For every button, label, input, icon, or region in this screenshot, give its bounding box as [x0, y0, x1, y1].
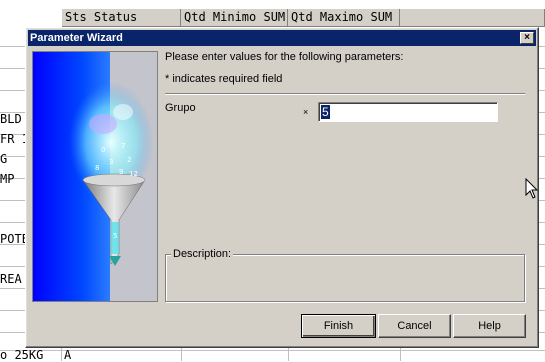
- param-label-grupo: Grupo: [165, 102, 196, 114]
- banner-number: 9: [119, 168, 123, 176]
- funnel-icon: 0 7 3 2 8 9 12 5: [69, 82, 153, 266]
- dialog-title: Parameter Wizard: [30, 32, 123, 44]
- banner-number: 3: [109, 158, 113, 166]
- required-marker: ×: [303, 107, 309, 117]
- grupo-input-value: 5: [321, 105, 330, 119]
- banner-number: 8: [95, 164, 99, 172]
- wizard-banner-image: 0 7 3 2 8 9 12 5: [32, 51, 158, 302]
- parameter-wizard-dialog: Parameter Wizard × 0 7 3 2 8 9 12 5 Plea…: [25, 27, 539, 348]
- grid-cell[interactable]: o 25KG: [0, 348, 43, 362]
- description-label: Description:: [171, 248, 234, 260]
- banner-number: 2: [127, 156, 131, 164]
- banner-number: 12: [129, 170, 138, 178]
- grupo-input[interactable]: 5: [318, 102, 498, 122]
- column-header-sts-status[interactable]: Sts Status: [62, 9, 181, 27]
- instructions-text: Please enter values for the following pa…: [165, 51, 404, 63]
- help-button[interactable]: Help: [453, 314, 526, 338]
- banner-number: 7: [121, 142, 125, 150]
- grid-cell[interactable]: REA: [0, 272, 22, 286]
- grid-cell[interactable]: A: [64, 348, 71, 362]
- grid-row-line: [0, 350, 545, 351]
- cancel-button[interactable]: Cancel: [378, 314, 451, 338]
- separator: [165, 93, 525, 95]
- banner-number: 0: [101, 146, 105, 154]
- description-groupbox: [165, 254, 525, 302]
- column-header-qtd-minimo[interactable]: Qtd Minimo SUM: [181, 9, 288, 27]
- finish-button[interactable]: Finish: [301, 314, 376, 338]
- grid-cell[interactable]: G: [0, 152, 7, 166]
- grid-cell[interactable]: MP: [0, 172, 14, 186]
- column-header-qtd-maximo[interactable]: Qtd Maximo SUM: [288, 9, 400, 27]
- required-note: * indicates required field: [165, 73, 283, 85]
- close-icon: ×: [524, 32, 530, 43]
- grid-cell[interactable]: BLD: [0, 112, 22, 126]
- column-header-blank: [400, 9, 545, 27]
- mouse-pointer-icon: [525, 178, 539, 199]
- banner-number: 5: [113, 232, 117, 240]
- dialog-titlebar[interactable]: Parameter Wizard ×: [28, 30, 536, 46]
- close-button[interactable]: ×: [520, 32, 534, 44]
